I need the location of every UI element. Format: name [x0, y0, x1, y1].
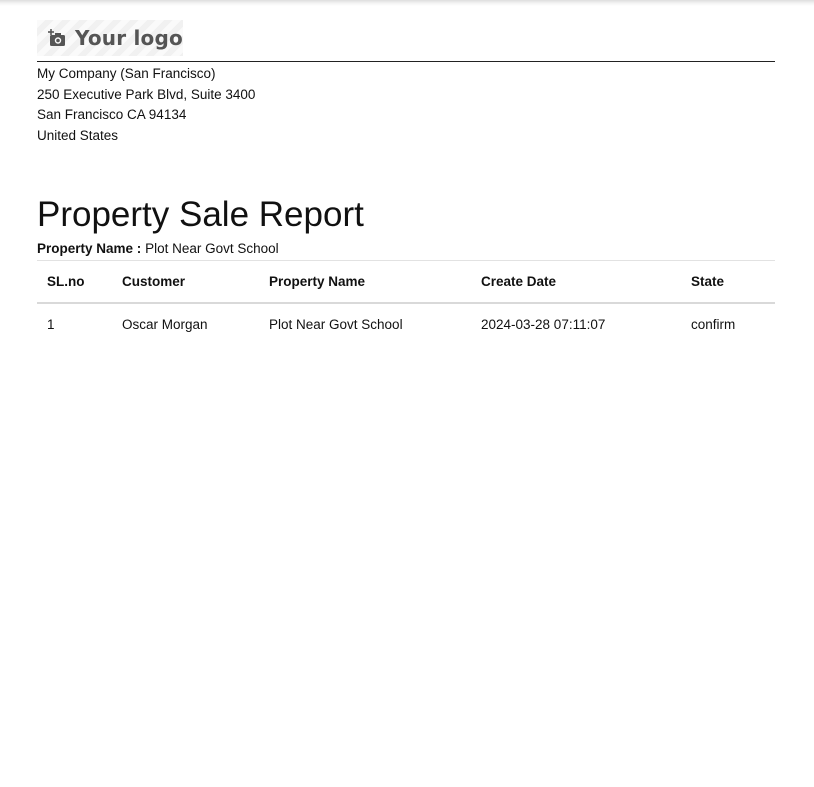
column-header-sl-no: SL.no [37, 260, 112, 304]
address-line: My Company (San Francisco) [37, 66, 216, 81]
cell-property-name: Plot Near Govt School [269, 317, 403, 332]
cell-sl-no: 1 [47, 317, 55, 332]
report-page: Your logo My Company (San Francisco) 250… [37, 0, 775, 346]
property-name-label: Property Name : [37, 241, 142, 256]
address-line: San Francisco CA 94134 [37, 107, 187, 122]
company-address: My Company (San Francisco) 250 Executive… [37, 62, 775, 146]
address-line: United States [37, 127, 119, 143]
logo-text: Your logo [75, 26, 183, 50]
company-logo: Your logo [37, 20, 183, 56]
cell-state: confirm [691, 317, 736, 332]
cell-create-date: 2024-03-28 07:11:07 [481, 317, 606, 332]
camera-plus-icon [47, 29, 67, 47]
header: Your logo [37, 0, 775, 62]
column-header-customer: Customer [112, 260, 259, 304]
column-header-create-date: Create Date [471, 260, 681, 304]
table-row: 1 Oscar Morgan Plot Near Govt School 202… [37, 303, 775, 346]
report-title: Property Sale Report [37, 195, 364, 234]
sales-table: SL.no Customer Property Name Create Date… [37, 260, 775, 346]
address-line: 250 Executive Park Blvd, Suite 3400 [37, 86, 256, 102]
column-header-state: State [681, 260, 775, 304]
column-header-property-name: Property Name [259, 260, 471, 304]
property-name-line: Property Name : Plot Near Govt School [37, 240, 775, 257]
cell-customer: Oscar Morgan [122, 317, 208, 332]
property-name-value: Plot Near Govt School [145, 241, 279, 256]
table-header-row: SL.no Customer Property Name Create Date… [37, 260, 775, 304]
